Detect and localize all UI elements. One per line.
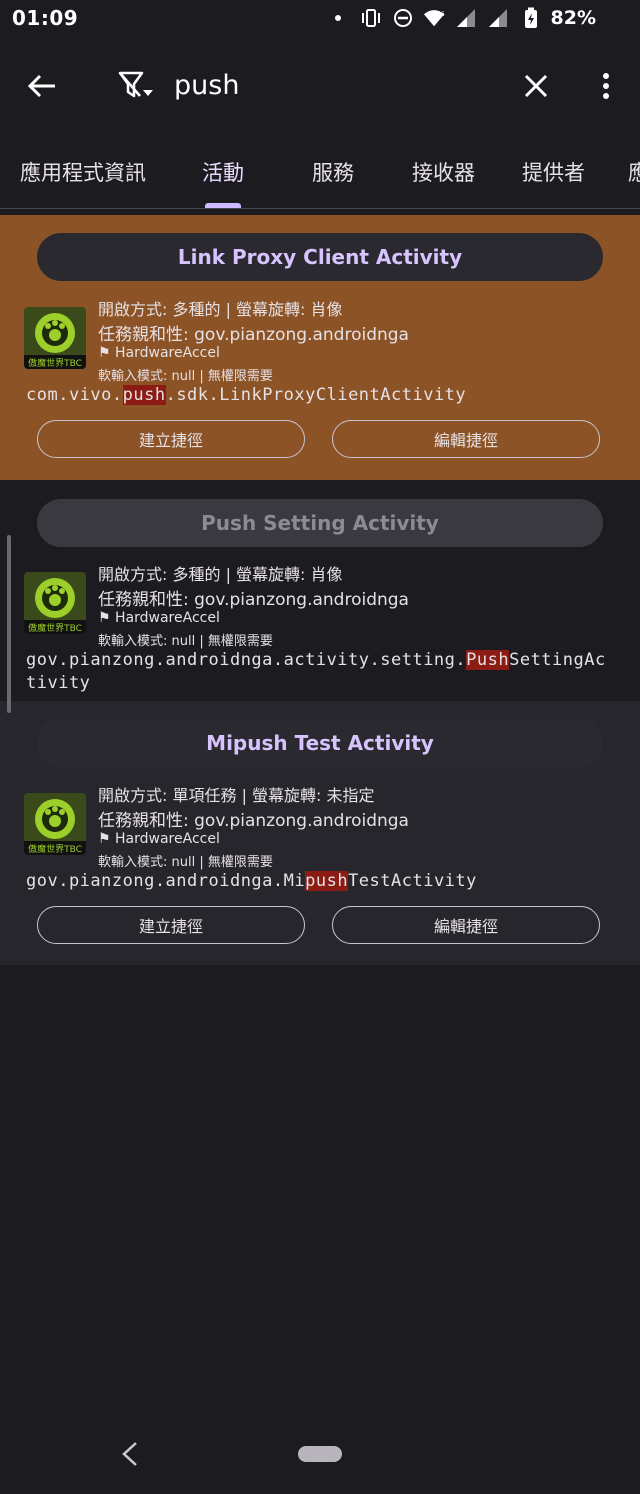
launch-mode-info: 開啟方式: 單項任務 | 螢幕旋轉: 未指定 bbox=[98, 786, 375, 805]
launch-mode-info: 開啟方式: 多種的 | 螢幕旋轉: 肖像 bbox=[98, 300, 343, 319]
app-icon-label: 傲魔世界TBC bbox=[28, 357, 82, 369]
search-input[interactable]: push bbox=[174, 70, 239, 101]
battery-charging-icon bbox=[519, 6, 543, 30]
nav-home-pill[interactable] bbox=[298, 1446, 342, 1462]
search-highlight: push bbox=[305, 871, 349, 891]
more-vert-icon[interactable] bbox=[582, 62, 630, 110]
search-highlight: push bbox=[122, 385, 166, 405]
search-highlight: Push bbox=[466, 650, 510, 670]
scrollbar[interactable] bbox=[7, 535, 11, 713]
edit-shortcut-button[interactable]: 編輯捷徑 bbox=[332, 420, 600, 458]
edit-shortcut-button[interactable]: 編輯捷徑 bbox=[332, 906, 600, 944]
app-icon: 傲魔世界TBC bbox=[24, 307, 86, 369]
back-arrow-icon[interactable] bbox=[18, 62, 66, 110]
tab-app-info[interactable]: 應用程式資訊 bbox=[20, 157, 146, 187]
soft-input-info: 軟輸入模式: null | 無權限需要 bbox=[98, 369, 273, 384]
activity-card: Link Proxy Client Activity 傲魔世界TBC 開啟方式:… bbox=[0, 215, 640, 480]
task-affinity-info: 任務親和性: gov.pianzong.androidnga bbox=[98, 590, 409, 610]
tab-bar: 應用程式資訊 活動 服務 接收器 提供者 應 bbox=[0, 142, 640, 209]
soft-input-info: 軟輸入模式: null | 無權限需要 bbox=[98, 634, 273, 649]
nav-back-icon[interactable] bbox=[118, 1440, 142, 1468]
wifi-icon: 6 bbox=[423, 6, 447, 30]
activity-title[interactable]: Mipush Test Activity bbox=[37, 719, 603, 767]
app-icon: 傲魔世界TBC bbox=[24, 572, 86, 634]
create-shortcut-button[interactable]: 建立捷徑 bbox=[37, 906, 305, 944]
notification-dot-icon bbox=[334, 15, 341, 21]
flag-icon: ⚑ bbox=[98, 345, 116, 361]
task-affinity-info: 任務親和性: gov.pianzong.androidnga bbox=[98, 325, 409, 345]
launch-mode-info: 開啟方式: 多種的 | 螢幕旋轉: 肖像 bbox=[98, 565, 343, 584]
task-affinity-info: 任務親和性: gov.pianzong.androidnga bbox=[98, 811, 409, 831]
signal-icon bbox=[455, 6, 479, 30]
flag-info: ⚑ HardwareAccel bbox=[98, 345, 220, 361]
flag-icon: ⚑ bbox=[98, 610, 116, 626]
app-icon: 傲魔世界TBC bbox=[24, 793, 86, 855]
flag-label: HardwareAccel bbox=[115, 610, 220, 626]
activity-class-name: com.vivo.push.sdk.LinkProxyClientActivit… bbox=[26, 385, 467, 405]
app-icon-label: 傲魔世界TBC bbox=[28, 622, 82, 634]
tab-overflow[interactable]: 應 bbox=[628, 157, 640, 187]
filter-icon[interactable] bbox=[112, 62, 160, 110]
status-icons: 6 82% bbox=[334, 6, 596, 30]
activity-title[interactable]: Link Proxy Client Activity bbox=[37, 233, 603, 281]
vibrate-icon bbox=[359, 6, 383, 30]
activity-class-name: gov.pianzong.androidnga.activity.setting… bbox=[26, 650, 606, 693]
soft-input-info: 軟輸入模式: null | 無權限需要 bbox=[98, 855, 273, 870]
status-bar: 01:09 6 82% bbox=[0, 0, 640, 40]
flag-label: HardwareAccel bbox=[115, 831, 220, 847]
create-shortcut-button[interactable]: 建立捷徑 bbox=[37, 420, 305, 458]
app-bar: push bbox=[0, 48, 640, 128]
svg-text:6: 6 bbox=[440, 10, 444, 18]
flag-info: ⚑ HardwareAccel bbox=[98, 610, 220, 626]
tab-services[interactable]: 服務 bbox=[312, 157, 354, 187]
flag-icon: ⚑ bbox=[98, 831, 116, 847]
tab-activities[interactable]: 活動 bbox=[202, 157, 244, 187]
tab-indicator bbox=[205, 203, 241, 208]
signal-icon bbox=[487, 6, 511, 30]
activity-card: Push Setting Activity 傲魔世界TBC 開啟方式: 多種的 … bbox=[0, 480, 640, 701]
app-icon-label: 傲魔世界TBC bbox=[28, 843, 82, 855]
tab-providers[interactable]: 提供者 bbox=[522, 157, 585, 187]
battery-percent: 82% bbox=[550, 7, 596, 29]
activity-card: Mipush Test Activity 傲魔世界TBC 開啟方式: 單項任務 … bbox=[0, 701, 640, 965]
status-time: 01:09 bbox=[12, 6, 79, 30]
tab-receivers[interactable]: 接收器 bbox=[412, 157, 475, 187]
activity-title[interactable]: Push Setting Activity bbox=[37, 499, 603, 547]
flag-label: HardwareAccel bbox=[115, 345, 220, 361]
flag-info: ⚑ HardwareAccel bbox=[98, 831, 220, 847]
activity-class-name: gov.pianzong.androidnga.MipushTestActivi… bbox=[26, 871, 477, 891]
dnd-icon bbox=[391, 6, 415, 30]
close-icon[interactable] bbox=[512, 62, 560, 110]
